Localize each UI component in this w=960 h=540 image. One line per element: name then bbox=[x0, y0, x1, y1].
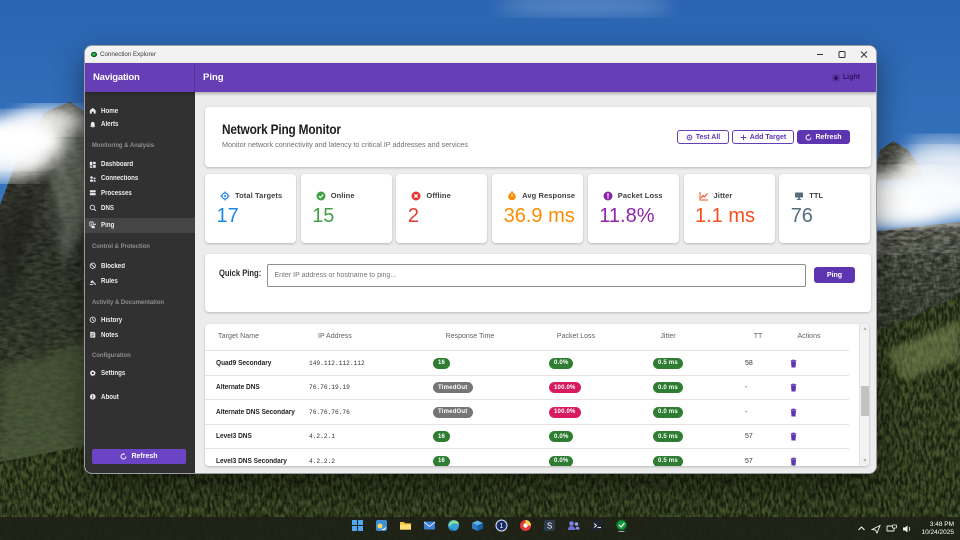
svg-text:S: S bbox=[547, 521, 552, 530]
svg-text:1: 1 bbox=[500, 523, 504, 530]
